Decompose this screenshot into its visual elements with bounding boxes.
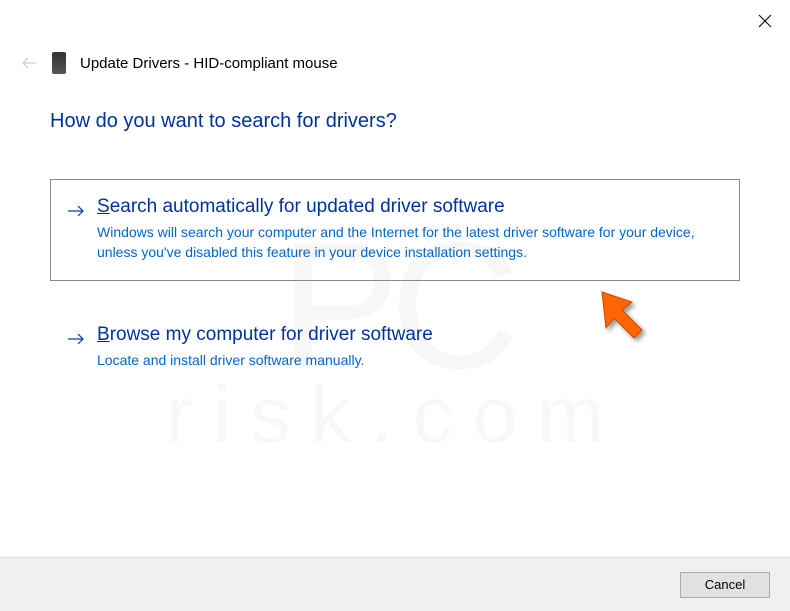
back-arrow-icon [20,54,38,72]
option-text-block: Browse my computer for driver software L… [97,324,719,371]
option-title: Search automatically for updated driver … [97,196,719,218]
option-description: Locate and install driver software manua… [97,351,719,371]
close-icon [758,14,772,28]
main-content: How do you want to search for drivers? S… [50,110,740,416]
window-title: Update Drivers - HID-compliant mouse [80,55,338,72]
option-search-automatically[interactable]: Search automatically for updated driver … [50,179,740,281]
cancel-button[interactable]: Cancel [680,572,770,598]
option-browse-computer[interactable]: Browse my computer for driver software L… [50,307,740,390]
arrow-right-icon [65,328,87,350]
back-button [20,54,38,72]
option-description: Windows will search your computer and th… [97,223,719,262]
page-heading: How do you want to search for drivers? [50,110,740,133]
option-text-block: Search automatically for updated driver … [97,196,719,262]
wizard-header: Update Drivers - HID-compliant mouse [20,52,338,74]
close-button[interactable] [758,14,772,28]
option-title: Browse my computer for driver software [97,324,719,346]
dialog-footer: Cancel [0,557,790,611]
device-icon [52,52,66,74]
arrow-right-icon [65,200,87,222]
